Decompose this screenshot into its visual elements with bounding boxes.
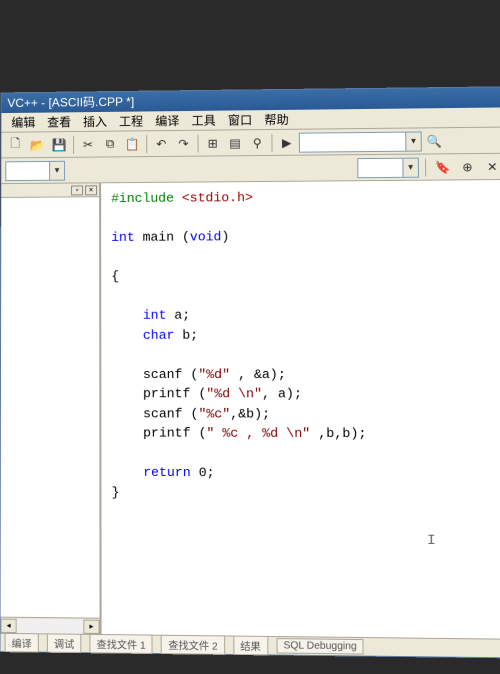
code-scanf2-post: ,&b); <box>230 406 270 421</box>
code-main-close: ) <box>221 229 229 244</box>
code-printf2-post: ,b,b); <box>310 426 366 441</box>
indent <box>111 425 143 440</box>
code-brace-open: { <box>111 269 119 284</box>
cut-icon[interactable]: ✂ <box>78 134 98 154</box>
client-area: ▫ × ◂ ▸ #include <stdio.h> int main (voi… <box>1 180 500 639</box>
menu-tools[interactable]: 工具 <box>185 110 221 131</box>
scroll-left-icon[interactable]: ◂ <box>1 618 17 632</box>
chevron-down-icon[interactable]: ▼ <box>402 158 418 176</box>
code-include-kw: #include <box>111 191 174 206</box>
copy-icon[interactable]: ⧉ <box>100 134 120 154</box>
spacer <box>69 168 353 170</box>
indent <box>112 465 144 480</box>
pane-close-icon[interactable]: × <box>85 185 97 195</box>
new-icon[interactable]: 🗋 <box>5 135 25 155</box>
tab-results[interactable]: 结果 <box>233 636 268 656</box>
code-return: return <box>143 465 191 480</box>
save-icon[interactable]: 💾 <box>49 135 69 155</box>
toolbar-secondary: ▼ ▼ 🔖 ⊕ ✕ <box>1 154 500 184</box>
code-editor[interactable]: #include <stdio.h> int main (void) { int… <box>101 180 500 639</box>
menu-edit[interactable]: 编辑 <box>5 112 41 133</box>
code-printf2-pre: printf ( <box>143 425 206 440</box>
code-int2: int <box>143 308 167 323</box>
code-printf2-str: " %c , %d \n" <box>206 426 310 441</box>
tab-build[interactable]: 编译 <box>5 633 39 653</box>
menu-help[interactable]: 帮助 <box>258 109 295 130</box>
undo-icon[interactable]: ↶ <box>151 134 171 154</box>
code-void: void <box>190 229 222 244</box>
menu-window[interactable]: 窗口 <box>222 109 259 130</box>
scroll-right-icon[interactable]: ▸ <box>83 619 99 633</box>
code-scanf1-pre: scanf ( <box>143 366 198 381</box>
tab-find2[interactable]: 查找文件 2 <box>161 635 225 655</box>
code-brace-close: } <box>112 484 120 499</box>
code-var-a: a; <box>166 308 190 323</box>
run-icon[interactable]: ▶ <box>276 132 296 152</box>
code-printf1-post: , a); <box>262 386 302 401</box>
pane-header: ▫ × <box>1 183 99 198</box>
pane-body[interactable] <box>1 197 100 617</box>
code-main: main ( <box>135 229 190 244</box>
scope-combo[interactable]: ▼ <box>5 160 65 180</box>
code-scanf2-str: "%c" <box>198 406 230 421</box>
code-int: int <box>111 230 135 245</box>
code-scanf1-post: , &a); <box>230 366 286 381</box>
members-combo[interactable]: ▼ <box>357 157 419 178</box>
chevron-down-icon[interactable]: ▼ <box>405 132 421 150</box>
separator <box>198 134 199 152</box>
code-var-b: b; <box>174 327 198 342</box>
workspace-pane: ▫ × ◂ ▸ <box>1 183 102 634</box>
separator <box>73 135 74 153</box>
workspace-icon[interactable]: ⊞ <box>203 133 223 153</box>
redo-icon[interactable]: ↷ <box>173 133 193 153</box>
code-scanf2-pre: scanf ( <box>143 406 198 421</box>
separator <box>146 135 147 153</box>
text-caret-icon: I <box>427 531 428 545</box>
binoculars-icon[interactable]: 🔍 <box>424 131 445 151</box>
bookmark-clear-icon[interactable]: ✕ <box>482 156 500 176</box>
menu-project[interactable]: 工程 <box>113 110 149 131</box>
code-include-hdr: <stdio.h> <box>182 190 253 206</box>
menu-insert[interactable]: 插入 <box>77 111 113 132</box>
code-printf1-pre: printf ( <box>143 386 206 401</box>
find-combo[interactable]: ▼ <box>299 131 422 152</box>
indent <box>111 366 143 381</box>
separator <box>425 158 426 176</box>
indent <box>111 386 143 401</box>
tab-sql[interactable]: SQL Debugging <box>276 638 364 654</box>
pane-pin-icon[interactable]: ▫ <box>71 185 83 195</box>
window-title: VC++ - [ASCII码.CPP *] <box>7 95 134 110</box>
code-printf1-str: "%d \n" <box>206 386 262 401</box>
code-char: char <box>143 327 175 342</box>
pane-hscroll[interactable]: ◂ ▸ <box>1 617 100 634</box>
bookmark-next-icon[interactable]: ⊕ <box>457 157 478 177</box>
menu-view[interactable]: 查看 <box>41 111 77 132</box>
code-return-val: 0; <box>191 465 215 480</box>
menu-build[interactable]: 编译 <box>149 110 185 131</box>
indent <box>111 327 143 342</box>
ide-window: VC++ - [ASCII码.CPP *] 编辑 查看 插入 工程 编译 工具 … <box>0 86 500 658</box>
indent <box>111 406 143 421</box>
paste-icon[interactable]: 📋 <box>122 134 142 154</box>
tab-find1[interactable]: 查找文件 1 <box>89 634 152 654</box>
window-list-icon[interactable]: ▤ <box>225 133 245 153</box>
tab-debug[interactable]: 调试 <box>47 633 81 653</box>
scroll-track[interactable] <box>17 618 84 633</box>
bookmark-icon[interactable]: 🔖 <box>432 157 453 177</box>
code-scanf1-str: "%d" <box>198 366 230 381</box>
separator <box>271 133 272 151</box>
open-icon[interactable]: 📂 <box>27 135 47 155</box>
chevron-down-icon[interactable]: ▼ <box>49 161 64 179</box>
indent <box>111 308 143 323</box>
find-icon[interactable]: ⚲ <box>247 133 267 153</box>
